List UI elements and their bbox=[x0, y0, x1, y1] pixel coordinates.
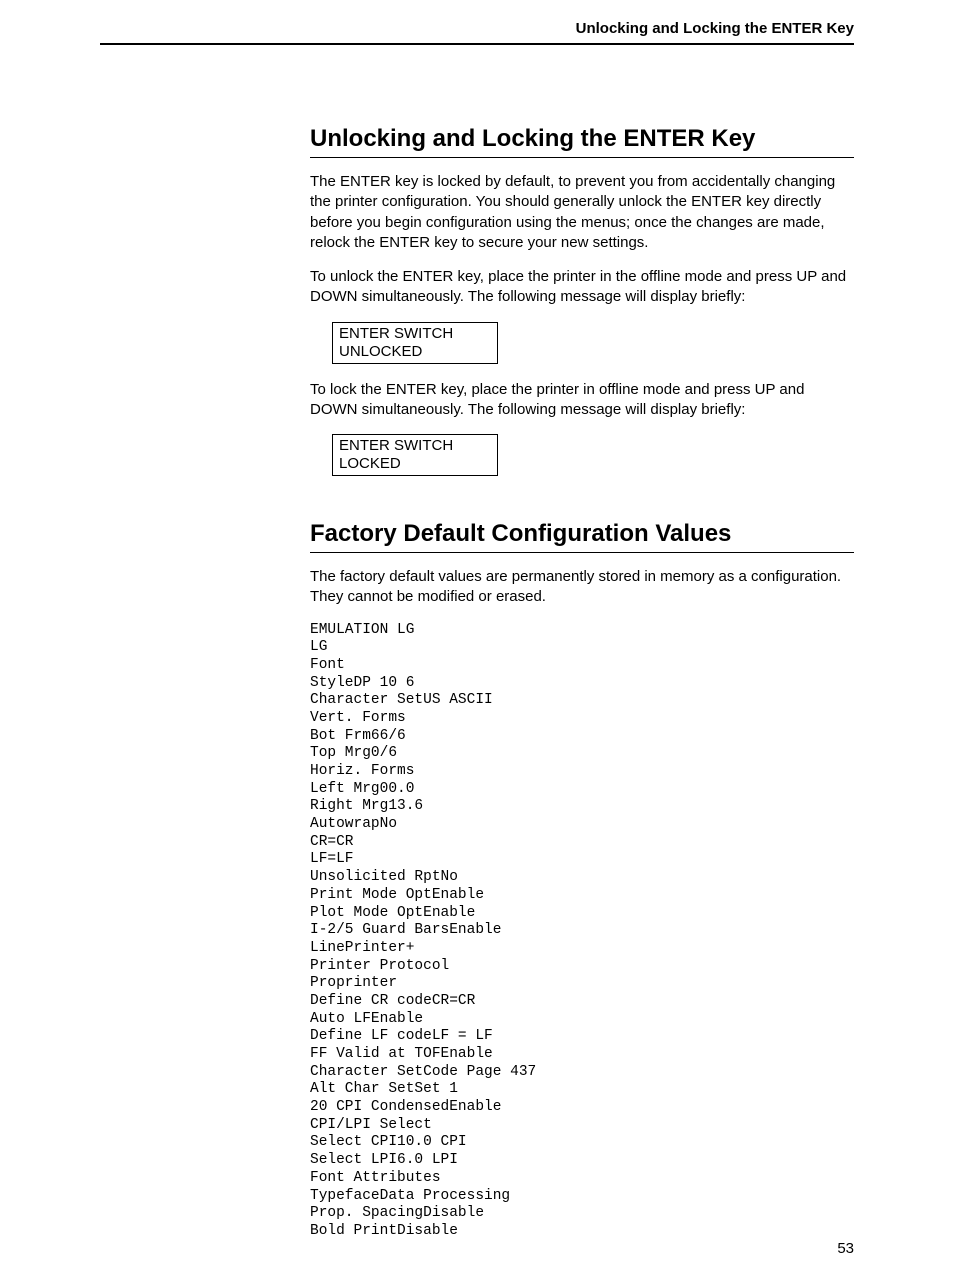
section1-para2: To unlock the ENTER key, place the print… bbox=[310, 267, 854, 308]
section2-rule bbox=[310, 552, 854, 553]
display-box-locked: ENTER SWITCH LOCKED bbox=[332, 434, 498, 476]
default-values-listing: EMULATION LG LG Font StyleDP 10 6 Charac… bbox=[310, 622, 854, 1241]
spacer bbox=[100, 492, 854, 520]
display-line: LOCKED bbox=[339, 455, 489, 473]
display-line: UNLOCKED bbox=[339, 343, 489, 361]
page: Unlocking and Locking the ENTER Key Unlo… bbox=[0, 0, 954, 1281]
display-line: ENTER SWITCH bbox=[339, 437, 489, 455]
running-head: Unlocking and Locking the ENTER Key bbox=[100, 20, 854, 41]
page-number: 53 bbox=[837, 1240, 854, 1257]
section2-title: Factory Default Configuration Values bbox=[310, 520, 854, 548]
spacer bbox=[100, 45, 854, 125]
section-unlock-lock: Unlocking and Locking the ENTER Key The … bbox=[310, 125, 854, 492]
section1-para3: To lock the ENTER key, place the printer… bbox=[310, 380, 854, 421]
section2-para1: The factory default values are permanent… bbox=[310, 567, 854, 608]
section1-rule bbox=[310, 157, 854, 158]
section-factory-defaults: Factory Default Configuration Values The… bbox=[310, 520, 854, 1241]
section1-title: Unlocking and Locking the ENTER Key bbox=[310, 125, 854, 153]
section1-para1: The ENTER key is locked by default, to p… bbox=[310, 172, 854, 253]
display-box-unlocked: ENTER SWITCH UNLOCKED bbox=[332, 322, 498, 364]
display-line: ENTER SWITCH bbox=[339, 325, 489, 343]
